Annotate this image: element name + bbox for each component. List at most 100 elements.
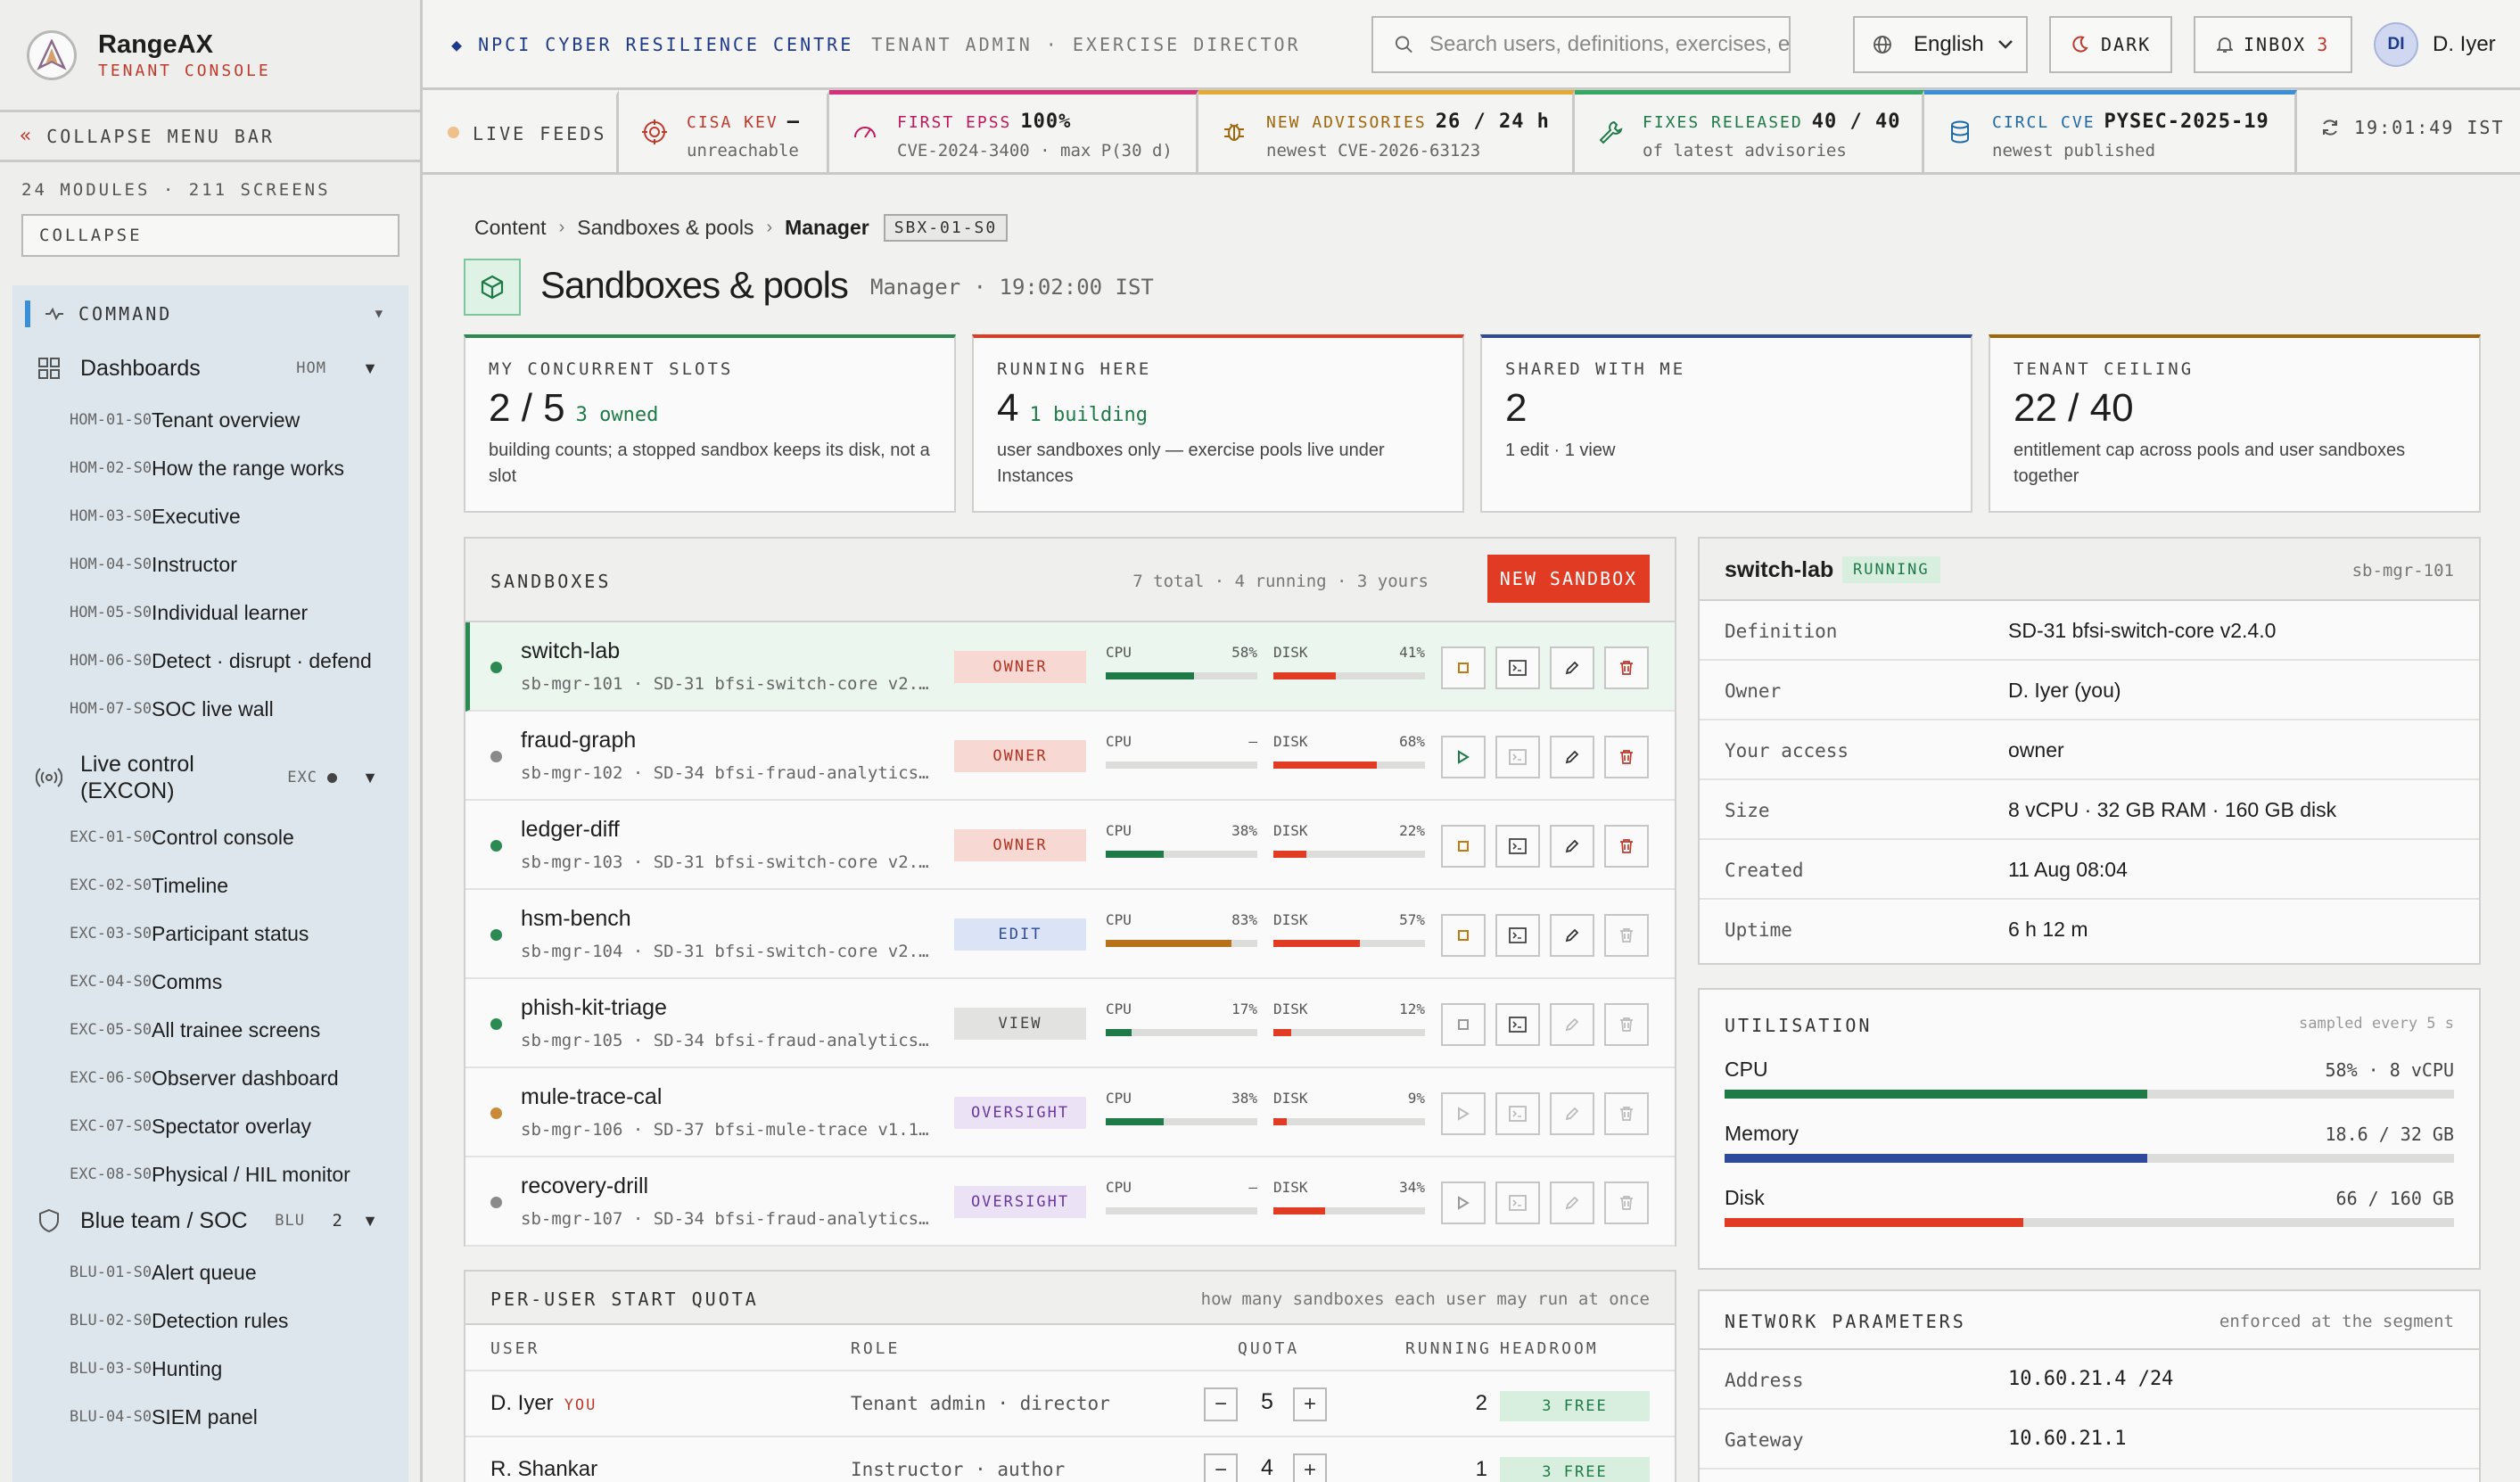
delete-button[interactable]	[1604, 1003, 1649, 1046]
console-button[interactable]	[1495, 646, 1540, 689]
sidebar-item[interactable]: BLU-01-S0 Alert queue	[12, 1248, 408, 1297]
search-input[interactable]: Search users, definitions, exercises, ev…	[1371, 16, 1791, 73]
sidebar-item[interactable]: EXC-08-S0 Physical / HIL monitor	[12, 1150, 408, 1198]
sidebar-item[interactable]: EXC-04-S0 Comms	[12, 958, 408, 1006]
inbox-button[interactable]: INBOX 3	[2194, 16, 2352, 73]
sidebar-item[interactable]: HOM-01-S0 Tenant overview	[12, 396, 408, 444]
sidebar-item[interactable]: EXC-05-S0 All trainee screens	[12, 1006, 408, 1054]
feed-first-epss[interactable]: FIRST EPSS 100% CVE-2024-3400 · max P(30 …	[829, 90, 1198, 172]
brand[interactable]: RangeAX TENANT CONSOLE	[0, 0, 420, 112]
delete-button[interactable]	[1604, 646, 1649, 689]
quota-decrement-button[interactable]: −	[1204, 1453, 1238, 1482]
edit-button[interactable]	[1550, 1092, 1594, 1135]
edit-button[interactable]	[1550, 736, 1594, 778]
sidebar-item[interactable]: EXC-07-S0 Spectator overlay	[12, 1102, 408, 1150]
console-button[interactable]	[1495, 914, 1540, 957]
stop-button[interactable]	[1441, 914, 1486, 957]
collapse-menu-bar[interactable]: « COLLAPSE MENU BAR	[0, 112, 420, 162]
sidebar-item[interactable]: EXC-01-S0 Control console	[12, 813, 408, 861]
sandbox-name[interactable]: switch-lab	[521, 638, 620, 664]
sandbox-name[interactable]: phish-kit-triage	[521, 995, 667, 1021]
sidebar-item[interactable]: EXC-02-S0 Timeline	[12, 861, 408, 910]
sidebar-item[interactable]: EXC-03-S0 Participant status	[12, 910, 408, 958]
nav-group-blue-team[interactable]: Blue team / SOC BLU 2 ▼	[12, 1200, 408, 1241]
delete-button[interactable]	[1604, 736, 1649, 778]
sidebar-item[interactable]: HOM-05-S0 Individual learner	[12, 589, 408, 637]
quota-decrement-button[interactable]: −	[1204, 1387, 1238, 1421]
edit-button[interactable]	[1550, 914, 1594, 957]
table-row[interactable]: mule-trace-cal sb-mgr-106 · SD-37 bfsi-mu…	[465, 1068, 1675, 1157]
sidebar-item[interactable]: HOM-04-S0 Instructor	[12, 540, 408, 589]
start-button[interactable]	[1441, 736, 1486, 778]
quota-increment-button[interactable]: +	[1293, 1453, 1327, 1482]
sidebar-item[interactable]: BLU-03-S0 Hunting	[12, 1345, 408, 1393]
feed-new-advisories[interactable]: NEW ADVISORIES 26 / 24 h newest CVE-2026-…	[1198, 90, 1575, 172]
sandbox-name[interactable]: hsm-bench	[521, 906, 631, 932]
sidebar-item[interactable]: HOM-02-S0 How the range works	[12, 444, 408, 492]
console-button[interactable]	[1495, 825, 1540, 868]
language-select[interactable]: English	[1853, 16, 2028, 73]
meter-track	[1273, 762, 1425, 769]
collapse-button[interactable]: COLLAPSE	[21, 214, 399, 257]
console-button[interactable]	[1495, 736, 1540, 778]
table-row[interactable]: switch-lab sb-mgr-101 · SD-31 bfsi-switch…	[465, 622, 1675, 712]
terminal-icon	[1509, 1106, 1527, 1122]
console-button[interactable]	[1495, 1181, 1540, 1224]
trash-icon	[1619, 927, 1634, 943]
start-button[interactable]	[1441, 1092, 1486, 1135]
delete-button[interactable]	[1604, 1092, 1649, 1135]
nav-group-live-control[interactable]: Live control (EXCON) EXC ▼	[12, 749, 408, 806]
nav-section-command[interactable]: COMMAND ▼	[12, 296, 408, 332]
console-button[interactable]	[1495, 1003, 1540, 1046]
table-row[interactable]: ledger-diff sb-mgr-103 · SD-31 bfsi-switc…	[465, 801, 1675, 890]
edit-button[interactable]	[1550, 646, 1594, 689]
feed-cisa-kev[interactable]: CISA KEV — unreachable	[619, 90, 829, 172]
delete-button[interactable]	[1604, 914, 1649, 957]
delete-button[interactable]	[1604, 1181, 1649, 1224]
sandbox-name[interactable]: mule-trace-cal	[521, 1084, 662, 1110]
section-label: COMMAND	[78, 303, 173, 325]
sandbox-detail-panel: switch-lab RUNNING sb-mgr-101 Definition…	[1698, 537, 2481, 965]
edit-button[interactable]	[1550, 1181, 1594, 1224]
sandbox-name[interactable]: ledger-diff	[521, 817, 620, 843]
edit-button[interactable]	[1550, 1003, 1594, 1046]
theme-toggle[interactable]: DARK	[2049, 16, 2172, 73]
util-value: 58% · 8 vCPU	[2325, 1059, 2455, 1081]
feed-clock[interactable]: 19:01:49 IST	[2320, 117, 2505, 138]
sidebar-item[interactable]: EXC-06-S0 Observer dashboard	[12, 1054, 408, 1102]
start-button[interactable]	[1441, 1181, 1486, 1224]
breadcrumb-content[interactable]: Content	[474, 216, 547, 240]
user-menu[interactable]: DI D. Iyer	[2374, 22, 2496, 67]
console-button[interactable]	[1495, 1092, 1540, 1135]
sandbox-name[interactable]: fraud-graph	[521, 728, 636, 753]
feed-label: FIRST EPSS	[897, 113, 1012, 132]
delete-button[interactable]	[1604, 825, 1649, 868]
quota-increment-button[interactable]: +	[1293, 1387, 1327, 1421]
stop-button[interactable]	[1441, 646, 1486, 689]
detail-value: 8 vCPU · 32 GB RAM · 160 GB disk	[2008, 798, 2337, 821]
sandbox-name[interactable]: recovery-drill	[521, 1173, 648, 1199]
table-row[interactable]: fraud-graph sb-mgr-102 · SD-34 bfsi-fraud…	[465, 712, 1675, 801]
meter-label: DISK	[1273, 822, 1308, 839]
sidebar-item[interactable]: HOM-06-S0 Detect · disrupt · defend	[12, 637, 408, 685]
meter-value: 58%	[1231, 644, 1257, 661]
sidebar-item[interactable]: BLU-02-S0 Detection rules	[12, 1297, 408, 1345]
sidebar-item[interactable]: HOM-07-S0 SOC live wall	[12, 685, 408, 733]
new-sandbox-button[interactable]: NEW SANDBOX	[1487, 555, 1650, 603]
feed-circl-cve[interactable]: CIRCL CVE PYSEC-2025-19 newest published	[1924, 90, 2297, 172]
stop-button[interactable]	[1441, 825, 1486, 868]
table-row[interactable]: hsm-bench sb-mgr-104 · SD-31 bfsi-switch-…	[465, 890, 1675, 979]
item-label: Timeline	[152, 873, 229, 897]
breadcrumb-sandboxes[interactable]: Sandboxes & pools	[577, 216, 754, 240]
meter-label: DISK	[1273, 911, 1308, 928]
table-row[interactable]: recovery-drill sb-mgr-107 · SD-34 bfsi-fr…	[465, 1157, 1675, 1247]
feed-fixes-released[interactable]: FIXES RELEASED 40 / 40 of latest advisori…	[1575, 90, 1924, 172]
edit-button[interactable]	[1550, 825, 1594, 868]
row-actions	[1441, 736, 1659, 778]
pulse-icon	[45, 307, 63, 321]
sidebar-item[interactable]: BLU-04-S0 SIEM panel	[12, 1393, 408, 1441]
nav-group-dashboards[interactable]: Dashboards HOM ▼	[12, 348, 408, 389]
table-row[interactable]: phish-kit-triage sb-mgr-105 · SD-34 bfsi-…	[465, 979, 1675, 1068]
stop-button[interactable]	[1441, 1003, 1486, 1046]
sidebar-item[interactable]: HOM-03-S0 Executive	[12, 492, 408, 540]
